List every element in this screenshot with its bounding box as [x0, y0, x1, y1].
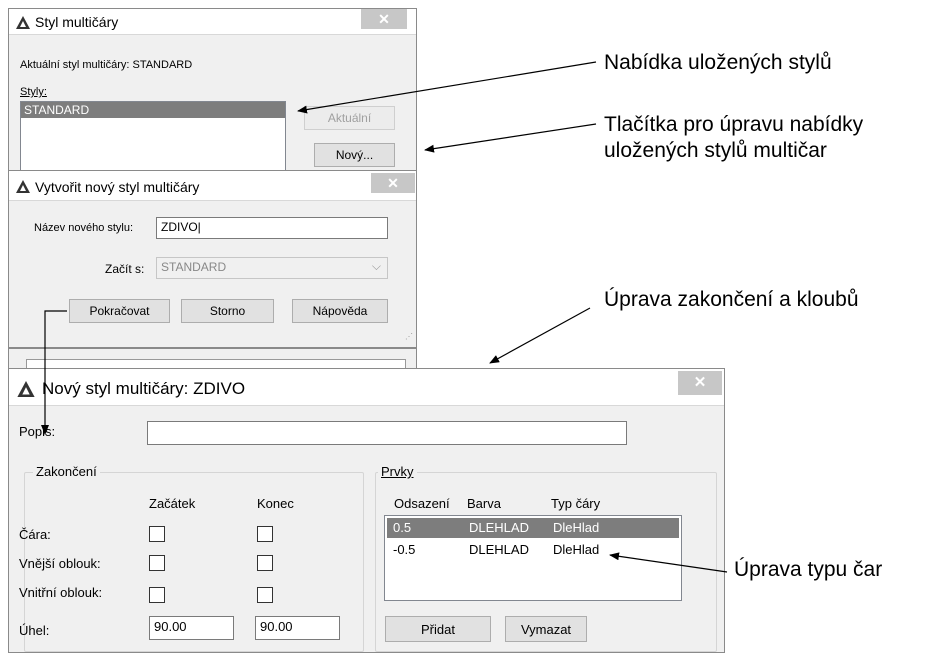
arrow-linetype — [609, 552, 728, 573]
arrow-saved-styles — [297, 61, 597, 114]
arrow-style-buttons — [424, 123, 597, 153]
arrow-continue-to-description — [41, 310, 67, 435]
callout-arrows — [41, 61, 728, 573]
arrow-caps-joints — [489, 307, 591, 364]
